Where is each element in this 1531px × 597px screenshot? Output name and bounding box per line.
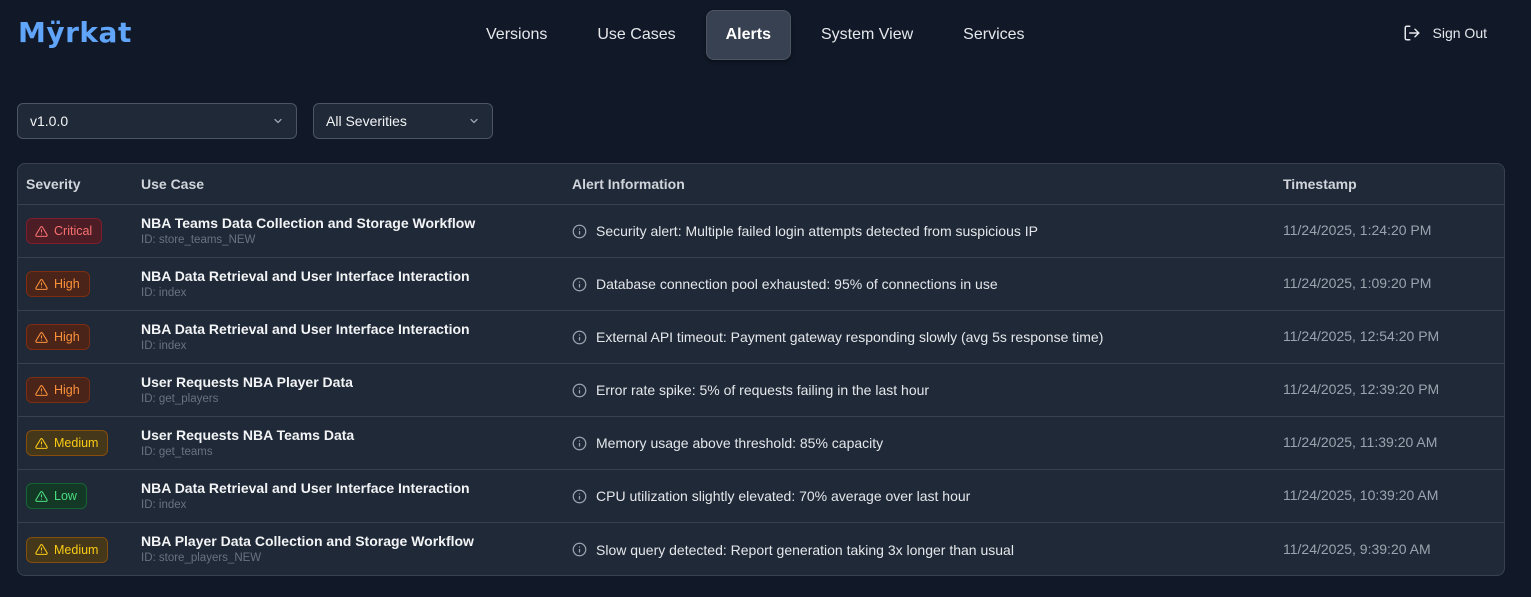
use-case-id: ID: get_teams <box>141 445 213 458</box>
tab-system-view[interactable]: System View <box>801 10 933 60</box>
severity-select[interactable]: All Severities <box>313 103 493 139</box>
alert-timestamp: 11/24/2025, 9:39:20 AM <box>1283 540 1431 557</box>
warning-triangle-icon <box>35 437 48 450</box>
chevron-down-icon <box>272 115 284 127</box>
table-body: Critical NBA Teams Data Collection and S… <box>18 205 1504 575</box>
tab-use-cases[interactable]: Use Cases <box>577 10 695 60</box>
use-case-id: ID: get_players <box>141 392 219 405</box>
severity-select-value: All Severities <box>326 113 407 129</box>
info-icon <box>572 330 587 345</box>
table-row[interactable]: High NBA Data Retrieval and User Interfa… <box>18 258 1504 311</box>
info-icon <box>572 436 587 451</box>
alert-message: CPU utilization slightly elevated: 70% a… <box>596 488 971 504</box>
use-case-name[interactable]: User Requests NBA Player Data <box>141 374 572 391</box>
warning-triangle-icon <box>35 490 48 503</box>
warning-triangle-icon <box>35 278 48 291</box>
tab-services[interactable]: Services <box>943 10 1044 60</box>
top-header: Mÿrkat Versions Use Cases Alerts System … <box>0 0 1531 70</box>
severity-badge: High <box>26 377 90 403</box>
severity-label: High <box>54 383 80 397</box>
severity-label: Medium <box>54 436 99 450</box>
info-icon <box>572 383 587 398</box>
use-case-name[interactable]: NBA Data Retrieval and User Interface In… <box>141 321 572 338</box>
alert-message: Memory usage above threshold: 85% capaci… <box>596 435 884 451</box>
alert-timestamp: 11/24/2025, 1:24:20 PM <box>1283 222 1432 238</box>
alert-message: External API timeout: Payment gateway re… <box>596 329 1104 345</box>
table-row[interactable]: Low NBA Data Retrieval and User Interfac… <box>18 470 1504 523</box>
app-logo[interactable]: Mÿrkat <box>18 15 132 51</box>
use-case-name[interactable]: NBA Data Retrieval and User Interface In… <box>141 268 572 285</box>
header-timestamp[interactable]: Timestamp <box>1283 176 1504 192</box>
alert-timestamp: 11/24/2025, 12:54:20 PM <box>1283 328 1440 344</box>
use-case-id: ID: store_players_NEW <box>141 552 262 564</box>
use-case-id: ID: store_teams_NEW <box>141 233 256 246</box>
sign-out-icon <box>1403 24 1421 42</box>
chevron-down-icon <box>468 115 480 127</box>
use-case-name[interactable]: NBA Data Retrieval and User Interface In… <box>141 480 572 497</box>
use-case-id: ID: index <box>141 286 187 299</box>
version-select[interactable]: v1.0.0 <box>17 103 297 139</box>
severity-label: High <box>54 330 80 344</box>
alert-timestamp: 11/24/2025, 10:39:20 AM <box>1283 487 1439 503</box>
table-row[interactable]: High User Requests NBA Player Data ID: g… <box>18 364 1504 417</box>
header-severity[interactable]: Severity <box>18 176 141 192</box>
severity-label: Medium <box>54 542 99 557</box>
table-header: Severity Use Case Alert Information Time… <box>18 164 1504 205</box>
severity-label: High <box>54 277 80 291</box>
severity-badge: Medium <box>26 430 109 456</box>
alert-timestamp: 11/24/2025, 11:39:20 AM <box>1283 434 1438 450</box>
tab-alerts[interactable]: Alerts <box>705 10 791 60</box>
alerts-table: Severity Use Case Alert Information Time… <box>17 163 1505 576</box>
use-case-name[interactable]: NBA Teams Data Collection and Storage Wo… <box>141 215 572 232</box>
table-row[interactable]: Medium User Requests NBA Teams Data ID: … <box>18 417 1504 470</box>
sign-out-label: Sign Out <box>1432 25 1487 41</box>
table-row[interactable]: High NBA Data Retrieval and User Interfa… <box>18 311 1504 364</box>
header-use-case[interactable]: Use Case <box>141 176 572 192</box>
alert-timestamp: 11/24/2025, 1:09:20 PM <box>1283 275 1432 291</box>
header-alert-information[interactable]: Alert Information <box>572 176 1283 192</box>
warning-triangle-icon <box>35 543 48 556</box>
tab-versions[interactable]: Versions <box>466 10 567 60</box>
severity-badge: Low <box>26 483 87 509</box>
severity-label: Low <box>54 489 77 503</box>
alert-message: Security alert: Multiple failed login at… <box>596 223 1038 239</box>
severity-badge: Medium <box>26 536 109 563</box>
info-icon <box>572 542 587 557</box>
use-case-id: ID: index <box>141 498 187 511</box>
table-row[interactable]: Medium NBA Player Data Collection and St… <box>18 523 1504 575</box>
info-icon <box>572 489 587 504</box>
severity-label: Critical <box>54 224 93 238</box>
severity-badge: Critical <box>26 218 103 244</box>
info-icon <box>572 277 587 292</box>
alert-message: Database connection pool exhausted: 95% … <box>596 276 998 292</box>
use-case-name[interactable]: NBA Player Data Collection and Storage W… <box>141 533 572 550</box>
use-case-id: ID: index <box>141 339 187 352</box>
warning-triangle-icon <box>35 384 48 397</box>
use-case-name[interactable]: User Requests NBA Teams Data <box>141 427 572 444</box>
alert-message: Slow query detected: Report generation t… <box>596 541 1014 558</box>
info-icon <box>572 224 587 239</box>
severity-badge: High <box>26 271 90 297</box>
table-row[interactable]: Critical NBA Teams Data Collection and S… <box>18 205 1504 258</box>
warning-triangle-icon <box>35 331 48 344</box>
sign-out-button[interactable]: Sign Out <box>1403 24 1487 42</box>
alert-message: Error rate spike: 5% of requests failing… <box>596 382 930 398</box>
version-select-value: v1.0.0 <box>30 113 69 129</box>
warning-triangle-icon <box>35 225 48 238</box>
alert-timestamp: 11/24/2025, 12:39:20 PM <box>1283 381 1440 397</box>
severity-badge: High <box>26 324 90 350</box>
main-nav: Versions Use Cases Alerts System View Se… <box>466 10 1055 60</box>
